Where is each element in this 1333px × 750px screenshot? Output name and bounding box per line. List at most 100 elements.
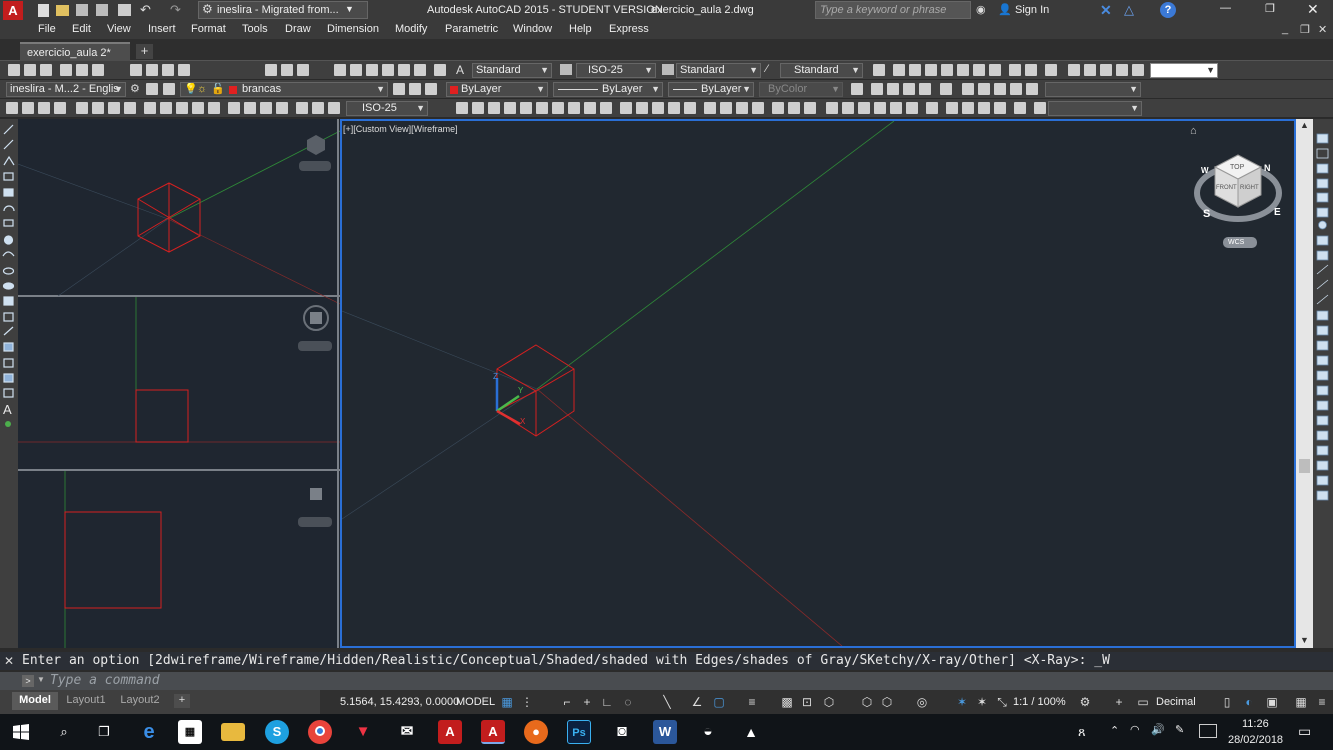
annotation-monitor-icon[interactable]: + — [1112, 695, 1126, 709]
orbit-icon-1[interactable] — [962, 83, 974, 95]
menu-view[interactable]: View — [107, 23, 131, 35]
scroll-thumb[interactable] — [1299, 459, 1310, 473]
save-icon[interactable] — [76, 4, 88, 16]
menu-draw[interactable]: Draw — [285, 23, 311, 35]
minimize-icon[interactable]: — — [1220, 2, 1231, 14]
menu-file[interactable]: File — [38, 23, 56, 35]
dim-radius-icon[interactable] — [76, 102, 88, 114]
render-icon-1[interactable] — [851, 83, 863, 95]
ucs-icon-5[interactable] — [890, 102, 902, 114]
popcorn-icon[interactable]: ▼ — [351, 720, 375, 744]
view-icon-9[interactable] — [1009, 64, 1021, 76]
lock-ui-icon[interactable]: ◐ — [1242, 695, 1256, 709]
ucs-icon-9[interactable] — [962, 102, 974, 114]
close-icon[interactable]: ✕ — [1307, 1, 1319, 18]
workspace-selector[interactable]: ⚙ ineslira - Migrated from... ▼ — [198, 1, 368, 19]
pen-icon[interactable]: ✎ — [1175, 723, 1184, 736]
modeling-icon-10[interactable] — [600, 102, 612, 114]
view-icon-6[interactable] — [957, 64, 969, 76]
view-icon-8[interactable] — [989, 64, 1001, 76]
ucs-icon-3[interactable] — [858, 102, 870, 114]
help-tb-icon[interactable] — [434, 64, 446, 76]
ucs-icon-7[interactable] — [926, 102, 938, 114]
plotstyle-select[interactable]: ByColor ▼ — [759, 82, 843, 97]
clock-time[interactable]: 11:26 — [1242, 718, 1269, 730]
modeling-icon-14[interactable] — [668, 102, 680, 114]
auto-scale-icon[interactable]: ✶ — [975, 695, 989, 709]
home-icon[interactable]: ⌂ — [1190, 125, 1197, 137]
view-icon-5[interactable] — [941, 64, 953, 76]
view-cube[interactable]: TOP FRONT RIGHT N S E W — [1194, 147, 1294, 233]
menu-parametric[interactable]: Parametric — [445, 23, 498, 35]
menu-express[interactable]: Express — [609, 23, 649, 35]
scroll-down-icon[interactable]: ▼ — [1300, 635, 1309, 645]
modeling-icon-2[interactable] — [472, 102, 484, 114]
menu-dimension[interactable]: Dimension — [327, 23, 379, 35]
orbit-icon-2[interactable] — [978, 83, 990, 95]
tab-layout1[interactable]: Layout1 — [60, 692, 112, 710]
render-icon-2[interactable] — [871, 83, 883, 95]
visual-style-icon-3[interactable] — [736, 102, 748, 114]
open-icon[interactable] — [40, 64, 52, 76]
matchprop-icon[interactable] — [178, 64, 190, 76]
dim-space-icon[interactable] — [192, 102, 204, 114]
center-mark-icon[interactable] — [244, 102, 256, 114]
dim-linear-icon[interactable] — [6, 102, 18, 114]
layer-properties-icon[interactable] — [146, 83, 158, 95]
edge-icon[interactable]: e — [137, 720, 161, 744]
ucs-icon-11[interactable] — [994, 102, 1006, 114]
visual-style-icon-7[interactable] — [804, 102, 816, 114]
menu-format[interactable]: Format — [191, 23, 226, 35]
modeling-icon-7[interactable] — [552, 102, 564, 114]
dim-edit-icon[interactable] — [296, 102, 308, 114]
dim-update-icon[interactable] — [328, 102, 340, 114]
view-icon-11[interactable] — [1045, 64, 1057, 76]
text-style-select[interactable]: Standard ▼ — [472, 63, 552, 78]
zoom-window-icon[interactable] — [297, 64, 309, 76]
dynamic-input-icon[interactable]: + — [580, 695, 594, 709]
search-box[interactable]: Type a keyword or phrase — [815, 1, 971, 19]
menu-insert[interactable]: Insert — [148, 23, 176, 35]
modeling-icon-15[interactable] — [684, 102, 696, 114]
layer-state-icon[interactable] — [163, 83, 175, 95]
orbit-icon-4[interactable] — [1010, 83, 1022, 95]
isolate-objects-icon[interactable]: ▣ — [1265, 695, 1279, 709]
menu-help[interactable]: Help — [569, 23, 592, 35]
jogged-linear-icon[interactable] — [276, 102, 288, 114]
ucs-select[interactable]: ▼ — [1048, 101, 1142, 116]
markup-icon[interactable] — [398, 64, 410, 76]
view-icon-2[interactable] — [893, 64, 905, 76]
make-current-icon[interactable] — [393, 83, 405, 95]
drawing-area[interactable]: Z Y X — [342, 121, 1294, 646]
plot-icon[interactable] — [60, 64, 72, 76]
new-tab-button[interactable]: + — [136, 44, 153, 59]
annotation-visibility-icon[interactable]: ✶ — [955, 695, 969, 709]
qnew-icon[interactable] — [24, 64, 36, 76]
dyn-ucs-icon[interactable]: ⬡ — [860, 695, 874, 709]
command-line[interactable]: > ▼ Type a command — [0, 672, 1333, 690]
firefox-icon[interactable]: ● — [524, 720, 548, 744]
annotation-scale-icon[interactable]: ⤡ — [995, 695, 1009, 709]
draw-tool-icons[interactable]: A — [0, 119, 18, 648]
add-layout-button[interactable]: + — [174, 694, 190, 708]
doc-close-icon[interactable]: ✕ — [1318, 23, 1327, 36]
task-view-icon[interactable]: ❐ — [92, 720, 116, 744]
menu-tools[interactable]: Tools — [242, 23, 268, 35]
modeling-icon-9[interactable] — [584, 102, 596, 114]
design-center-icon[interactable] — [350, 64, 362, 76]
gizmo-icon[interactable]: ◎ — [915, 695, 929, 709]
units-value[interactable]: Decimal — [1156, 696, 1196, 708]
dim-text-edit-icon[interactable] — [312, 102, 324, 114]
render-icon-5[interactable] — [919, 83, 931, 95]
visual-style-icon-4[interactable] — [752, 102, 764, 114]
ucs-icon-4[interactable] — [874, 102, 886, 114]
orbit-icon-5[interactable] — [1026, 83, 1038, 95]
file-explorer-icon[interactable] — [221, 723, 245, 741]
sheetset-icon[interactable] — [382, 64, 394, 76]
ucs-icon-2[interactable] — [842, 102, 854, 114]
render-icon-4[interactable] — [903, 83, 915, 95]
visual-style-icon-2[interactable] — [720, 102, 732, 114]
modeling-icon-11[interactable] — [620, 102, 632, 114]
menu-modify[interactable]: Modify — [395, 23, 427, 35]
camera-icon[interactable]: ◙ — [610, 720, 634, 744]
